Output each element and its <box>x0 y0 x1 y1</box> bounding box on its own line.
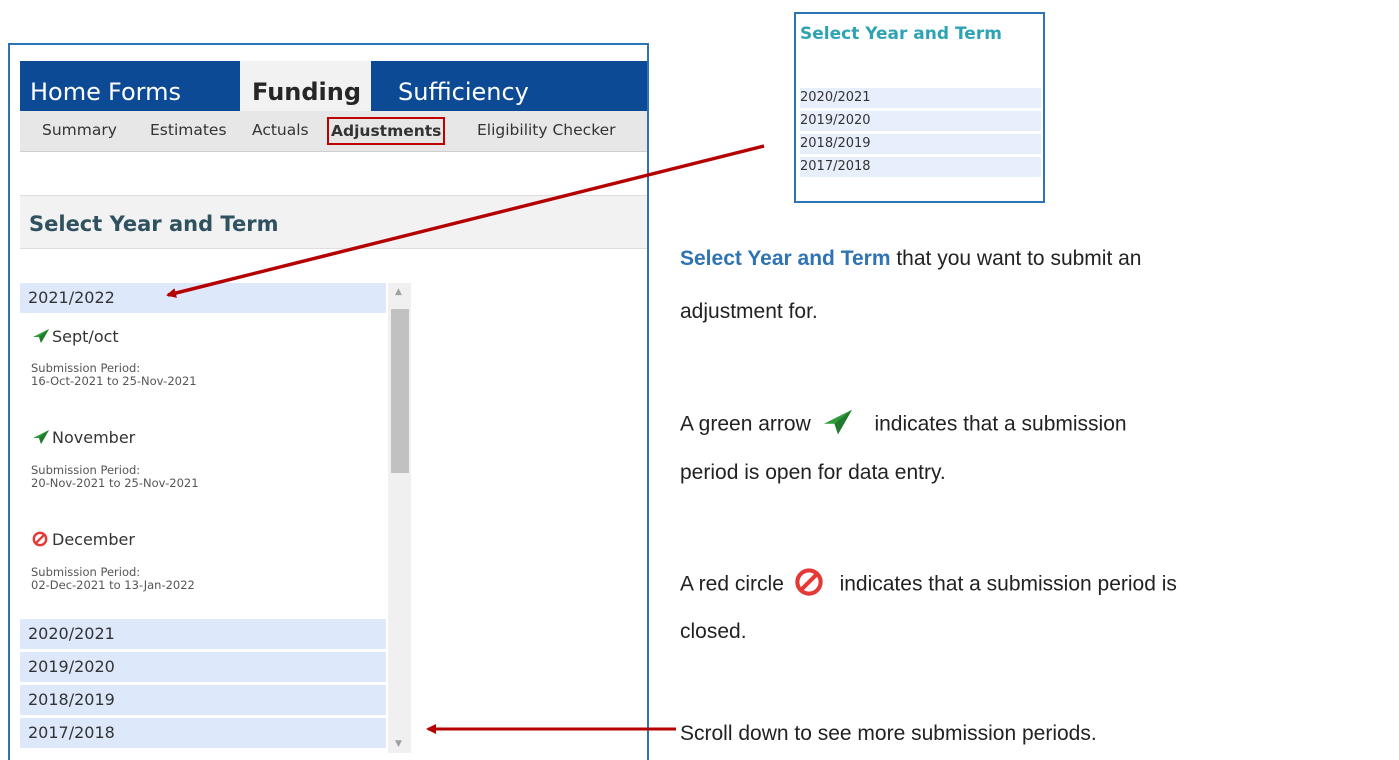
inset-year-row[interactable]: 2017/2018 <box>800 157 1041 177</box>
paper-plane-icon <box>821 408 855 442</box>
no-entry-icon <box>32 531 52 551</box>
inset-year-row[interactable]: 2018/2019 <box>800 134 1041 154</box>
scrollbar-thumb[interactable] <box>391 309 409 473</box>
tab-funding[interactable]: Funding <box>240 61 372 111</box>
submission-period-range: 16-Oct-2021 to 25-Nov-2021 <box>31 374 197 388</box>
inset-year-row[interactable]: 2020/2021 <box>800 88 1041 108</box>
instruction-closed-a: A red circle <box>680 572 784 596</box>
inset-title: Select Year and Term <box>800 24 1002 44</box>
subtab-estimates[interactable]: Estimates <box>150 121 227 139</box>
instruction-closed-line1: A red circle indicates that a submission… <box>680 567 1177 603</box>
section-header: Select Year and Term <box>20 195 647 249</box>
year-row-2017-2018[interactable]: 2017/2018 <box>20 718 386 748</box>
scroll-up-icon[interactable]: ▲ <box>395 287 402 297</box>
subtab-actuals[interactable]: Actuals <box>252 121 309 139</box>
subtab-summary[interactable]: Summary <box>42 121 117 139</box>
tab-forms[interactable]: Forms <box>108 61 181 111</box>
tab-home[interactable]: Home <box>30 61 101 111</box>
term-december[interactable]: December <box>32 530 135 551</box>
instruction-select-bold: Select Year and Term <box>680 247 891 270</box>
instruction-scroll: Scroll down to see more submission perio… <box>680 722 1097 745</box>
year-row-2019-2020[interactable]: 2019/2020 <box>20 652 386 682</box>
sub-nav: Summary Estimates Actuals Adjustments El… <box>20 111 647 152</box>
scrollbar[interactable]: ▲ ▼ <box>388 283 411 753</box>
term-sept-oct[interactable]: Sept/oct <box>32 327 119 348</box>
year-row-2020-2021[interactable]: 2020/2021 <box>20 619 386 649</box>
term-label: December <box>52 530 135 549</box>
instruction-select-rest: that you want to submit an <box>890 247 1142 270</box>
submission-period-range: 20-Nov-2021 to 25-Nov-2021 <box>31 476 199 490</box>
no-entry-icon <box>794 567 824 603</box>
instruction-closed-b: indicates that a submission period is <box>839 572 1177 596</box>
instruction-open-a: A green arrow <box>680 412 811 436</box>
year-row-2021-2022[interactable]: 2021/2022 <box>20 283 386 313</box>
term-november[interactable]: November <box>32 428 135 449</box>
paper-plane-icon <box>32 429 52 449</box>
instruction-open-b: indicates that a submission <box>874 412 1127 436</box>
scroll-down-icon[interactable]: ▼ <box>395 739 402 749</box>
section-title: Select Year and Term <box>29 212 279 236</box>
submission-period-range: 02-Dec-2021 to 13-Jan-2022 <box>31 578 195 592</box>
instruction-select-line1: Select Year and Term that you want to su… <box>680 247 1142 271</box>
top-nav: Home Forms Funding Sufficiency <box>20 61 647 111</box>
paper-plane-icon <box>32 328 52 348</box>
submission-period: Submission Period: 20-Nov-2021 to 25-Nov… <box>31 464 199 490</box>
subtab-adjustments[interactable]: Adjustments <box>327 117 446 145</box>
submission-period: Submission Period: 02-Dec-2021 to 13-Jan… <box>31 566 195 592</box>
year-row-2018-2019[interactable]: 2018/2019 <box>20 685 386 715</box>
subtab-eligibility-checker[interactable]: Eligibility Checker <box>477 121 616 139</box>
instruction-closed-line2: closed. <box>680 620 747 643</box>
instruction-open-line2: period is open for data entry. <box>680 461 946 484</box>
instruction-open-line1: A green arrow indicates that a submissio… <box>680 408 1127 442</box>
submission-period: Submission Period: 16-Oct-2021 to 25-Nov… <box>31 362 197 388</box>
term-label: Sept/oct <box>52 327 119 346</box>
inset-year-row[interactable]: 2019/2020 <box>800 111 1041 131</box>
inset-year-list: Select Year and Term 2020/2021 2019/2020… <box>794 12 1045 203</box>
tab-sufficiency[interactable]: Sufficiency <box>398 61 529 111</box>
instruction-select-line2: adjustment for. <box>680 300 818 323</box>
term-label: November <box>52 428 136 447</box>
app-window: Home Forms Funding Sufficiency Summary E… <box>8 43 649 760</box>
